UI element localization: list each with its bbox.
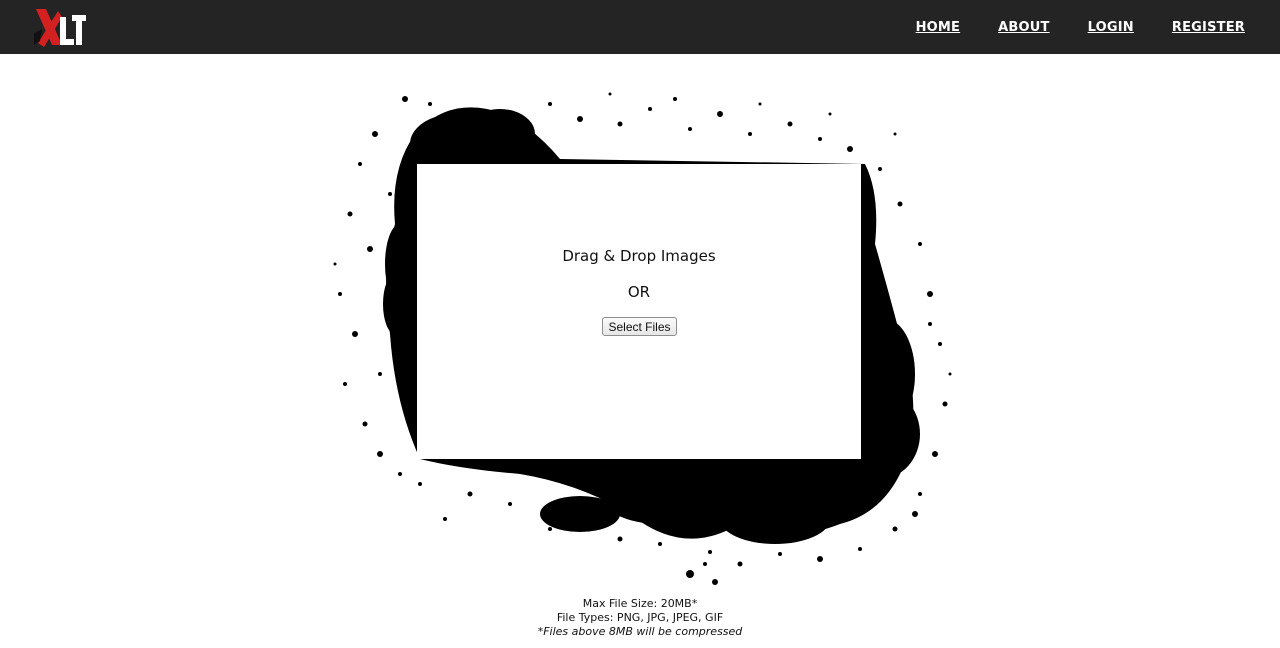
nav-links: HOME ABOUT LOGIN REGISTER (916, 0, 1245, 54)
nav-register-link[interactable]: REGISTER (1172, 20, 1245, 35)
max-file-size-text: Max File Size: 20MB* (582, 597, 698, 610)
file-types-text: File Types: PNG, JPG, JPEG, GIF (556, 611, 724, 624)
dropzone-title: Drag & Drop Images (562, 247, 716, 265)
nav-login-link[interactable]: LOGIN (1088, 20, 1134, 35)
dropzone-or-label: OR (627, 283, 651, 301)
upload-info: Max File Size: 20MB* File Types: PNG, JP… (0, 597, 1280, 639)
compression-note: *Files above 8MB will be compressed (537, 625, 743, 638)
site-logo[interactable] (32, 7, 90, 49)
select-files-button[interactable]: Select Files (602, 317, 677, 336)
nav-about-link[interactable]: ABOUT (998, 20, 1049, 35)
top-navbar: HOME ABOUT LOGIN REGISTER (0, 0, 1280, 54)
upload-dropzone[interactable]: Drag & Drop Images OR Select Files (417, 164, 861, 459)
nav-home-link[interactable]: HOME (916, 20, 961, 35)
